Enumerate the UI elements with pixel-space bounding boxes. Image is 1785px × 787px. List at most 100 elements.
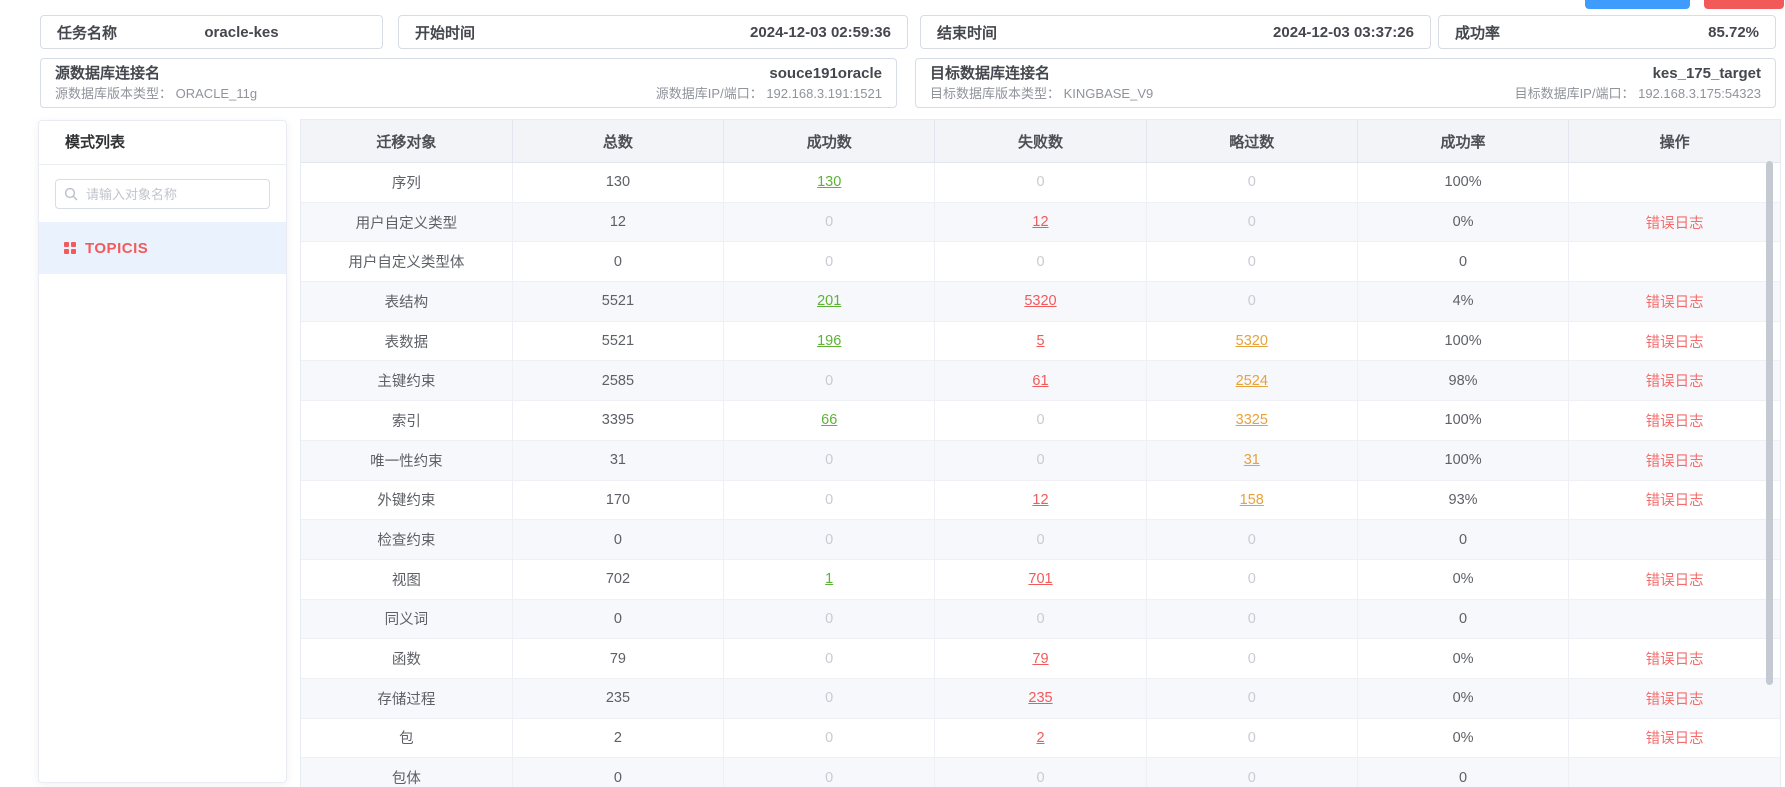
schema-search-input[interactable]	[84, 186, 261, 203]
table-body: 序列13013000100%用户自定义类型1201200%错误日志用户自定义类型…	[301, 163, 1780, 787]
error-log-link[interactable]: 错误日志	[1646, 493, 1704, 509]
fail-count-link[interactable]: 235	[1028, 690, 1052, 706]
top-action-button-red[interactable]	[1704, 0, 1784, 9]
skip-count: 0	[1248, 532, 1256, 548]
total-count: 79	[610, 651, 626, 667]
success-count: 0	[825, 532, 833, 548]
rate-cell: 100%	[1357, 163, 1568, 203]
fail-count-link[interactable]: 701	[1028, 571, 1052, 587]
rate-cell: 4%	[1357, 282, 1568, 322]
table-row: 索引33956603325100%错误日志	[301, 401, 1780, 441]
fail-count: 0	[1036, 532, 1044, 548]
action-cell	[1569, 520, 1780, 560]
object-name-cell: 检查约束	[301, 520, 512, 560]
start-time-label: 开始时间	[415, 22, 475, 43]
error-log-link[interactable]: 错误日志	[1646, 573, 1704, 589]
total-count: 31	[610, 452, 626, 468]
skip-count-link[interactable]: 31	[1244, 452, 1260, 468]
success-count-link[interactable]: 130	[817, 174, 841, 190]
success-count: 0	[825, 770, 833, 786]
object-name-cell: 包	[301, 718, 512, 758]
table-scrollbar-thumb[interactable]	[1766, 161, 1773, 685]
error-log-link[interactable]: 错误日志	[1646, 692, 1704, 708]
end-time-value: 2024-12-03 03:37:26	[997, 24, 1414, 41]
fail-count-link[interactable]: 79	[1032, 651, 1048, 667]
total-count: 5521	[602, 293, 634, 309]
error-log-link[interactable]: 错误日志	[1646, 454, 1704, 470]
total-count: 170	[606, 492, 630, 508]
top-action-button-blue[interactable]	[1585, 0, 1690, 9]
rate-cell: 0	[1357, 599, 1568, 639]
skip-count-link[interactable]: 3325	[1236, 412, 1268, 428]
success-count: 0	[825, 611, 833, 627]
success-count: 0	[825, 492, 833, 508]
source-db-name: souce191oracle	[769, 65, 882, 83]
action-cell	[1569, 163, 1780, 203]
error-log-link[interactable]: 错误日志	[1646, 652, 1704, 668]
sidebar-item-label: TOPICIS	[85, 240, 148, 257]
rate-cell: 98%	[1357, 361, 1568, 401]
action-cell: 错误日志	[1569, 361, 1780, 401]
col-header-fail: 失败数	[935, 120, 1146, 163]
action-cell: 错误日志	[1569, 639, 1780, 679]
sidebar-item-topicis[interactable]: TOPICIS	[39, 222, 286, 274]
error-log-link[interactable]: 错误日志	[1646, 414, 1704, 430]
success-count-link[interactable]: 201	[817, 293, 841, 309]
success-rate-value: 85.72%	[1500, 24, 1759, 41]
action-cell: 错误日志	[1569, 678, 1780, 718]
success-count: 0	[825, 214, 833, 230]
table-row: 同义词00000	[301, 599, 1780, 639]
skip-count-link[interactable]: 158	[1240, 492, 1264, 508]
fail-count-link[interactable]: 5	[1036, 333, 1044, 349]
col-header-rate: 成功率	[1357, 120, 1568, 163]
schema-search-box[interactable]	[55, 179, 270, 209]
total-count: 5521	[602, 333, 634, 349]
error-log-link[interactable]: 错误日志	[1646, 731, 1704, 747]
total-count: 0	[614, 770, 622, 786]
error-log-link[interactable]: 错误日志	[1646, 295, 1704, 311]
end-time-field: 结束时间 2024-12-03 03:37:26	[920, 15, 1431, 49]
object-name-cell: 表结构	[301, 282, 512, 322]
table-row: 包体00000	[301, 758, 1780, 787]
rate-cell: 0%	[1357, 639, 1568, 679]
success-rate-field: 成功率 85.72%	[1438, 15, 1776, 49]
schema-list-title: 模式列表	[39, 121, 286, 165]
action-cell: 错误日志	[1569, 718, 1780, 758]
table-row: 唯一性约束310031100%错误日志	[301, 440, 1780, 480]
fail-count-link[interactable]: 12	[1032, 492, 1048, 508]
success-count-link[interactable]: 1	[825, 571, 833, 587]
migration-detail-page: 任务名称 oracle-kes 开始时间 2024-12-03 02:59:36…	[0, 0, 1785, 787]
skip-count: 0	[1248, 571, 1256, 587]
object-name-cell: 序列	[301, 163, 512, 203]
table-row: 函数7907900%错误日志	[301, 639, 1780, 679]
success-count: 0	[825, 730, 833, 746]
start-time-value: 2024-12-03 02:59:36	[475, 24, 891, 41]
error-log-link[interactable]: 错误日志	[1646, 216, 1704, 232]
error-log-link[interactable]: 错误日志	[1646, 335, 1704, 351]
action-cell: 错误日志	[1569, 321, 1780, 361]
skip-count-link[interactable]: 5320	[1236, 333, 1268, 349]
col-header-success: 成功数	[724, 120, 935, 163]
fail-count-link[interactable]: 61	[1032, 373, 1048, 389]
total-count: 0	[614, 254, 622, 270]
object-name-cell: 包体	[301, 758, 512, 787]
action-cell: 错误日志	[1569, 480, 1780, 520]
error-log-link[interactable]: 错误日志	[1646, 374, 1704, 390]
table-row: 序列13013000100%	[301, 163, 1780, 203]
skip-count-link[interactable]: 2524	[1236, 373, 1268, 389]
fail-count-link[interactable]: 12	[1032, 214, 1048, 230]
success-count-link[interactable]: 66	[821, 412, 837, 428]
rate-cell: 0%	[1357, 718, 1568, 758]
skip-count: 0	[1248, 730, 1256, 746]
col-header-skip: 略过数	[1146, 120, 1357, 163]
success-count: 0	[825, 690, 833, 706]
total-count: 3395	[602, 412, 634, 428]
fail-count-link[interactable]: 2	[1036, 730, 1044, 746]
fail-count: 0	[1036, 174, 1044, 190]
fail-count-link[interactable]: 5320	[1024, 293, 1056, 309]
success-count-link[interactable]: 196	[817, 333, 841, 349]
total-count: 2585	[602, 373, 634, 389]
skip-count: 0	[1248, 770, 1256, 786]
rate-cell: 100%	[1357, 321, 1568, 361]
fail-count: 0	[1036, 452, 1044, 468]
